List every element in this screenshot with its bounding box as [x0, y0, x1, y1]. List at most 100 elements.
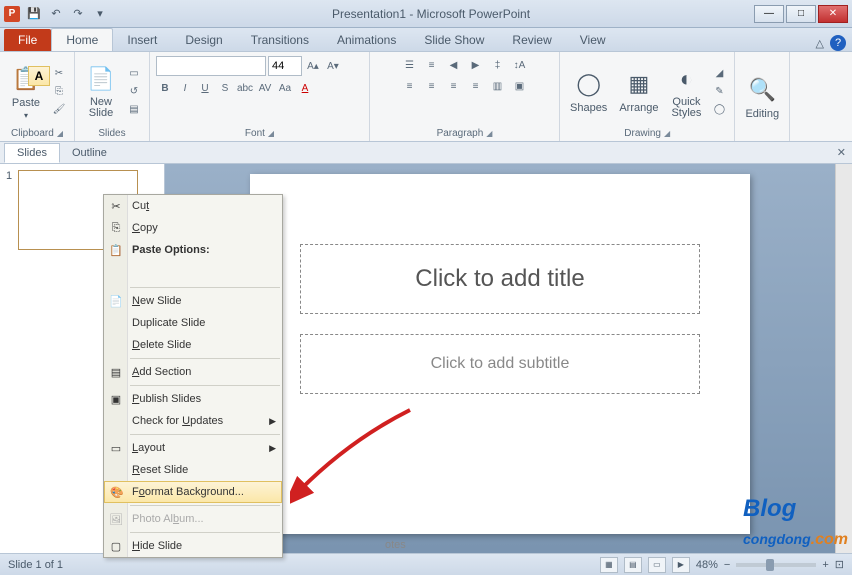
shape-outline-icon[interactable]: ✎ — [710, 83, 728, 99]
new-slide-icon: 📄 — [108, 293, 124, 309]
ctx-layout[interactable]: ▭Layout▶ — [104, 437, 282, 459]
subtitle-placeholder[interactable]: Click to add subtitle — [300, 334, 700, 394]
columns-icon[interactable]: ▥ — [488, 77, 508, 95]
decrease-indent-icon[interactable]: ◀ — [444, 56, 464, 74]
numbering-icon[interactable]: ≡ — [422, 56, 442, 74]
tab-review[interactable]: Review — [498, 29, 565, 51]
tab-transitions[interactable]: Transitions — [237, 29, 323, 51]
font-size-select[interactable] — [268, 56, 302, 76]
ctx-copy[interactable]: ⎘Copy — [104, 217, 282, 239]
ctx-cut[interactable]: ✂Cut — [104, 195, 282, 217]
clipboard-group-label: Clipboard — [11, 128, 54, 139]
qat-dropdown-icon[interactable]: ▾ — [90, 4, 110, 24]
title-placeholder[interactable]: Click to add title — [300, 244, 700, 314]
editing-button[interactable]: 🔍 Editing — [741, 72, 783, 122]
zoom-slider[interactable] — [736, 563, 816, 567]
reset-icon[interactable]: ↺ — [125, 83, 143, 99]
dialog-launcher-icon[interactable]: ◢ — [57, 129, 63, 138]
new-slide-icon: 📄 — [85, 63, 117, 95]
bold-icon[interactable]: B — [156, 80, 174, 96]
pane-close-icon[interactable]: ✕ — [837, 146, 846, 159]
italic-icon[interactable]: I — [176, 80, 194, 96]
ctx-add-section[interactable]: ▤Add Section — [104, 361, 282, 383]
cut-icon[interactable]: ✂ — [50, 65, 68, 81]
ctx-reset-slide[interactable]: Reset Slide — [104, 459, 282, 481]
increase-indent-icon[interactable]: ▶ — [466, 56, 486, 74]
powerpoint-icon: P — [4, 6, 20, 22]
reading-view-icon[interactable]: ▭ — [648, 557, 666, 573]
ribbon-minimize-icon[interactable]: △ — [816, 37, 824, 50]
smartart-icon[interactable]: ▣ — [510, 77, 530, 95]
dialog-launcher-icon[interactable]: ◢ — [486, 129, 492, 138]
justify-icon[interactable]: ≡ — [466, 77, 486, 95]
layout-icon[interactable]: ▭ — [125, 65, 143, 81]
pane-tab-outline[interactable]: Outline — [60, 144, 119, 162]
line-spacing-icon[interactable]: ‡ — [488, 56, 508, 74]
case-icon[interactable]: Aa — [276, 80, 294, 96]
normal-view-icon[interactable]: ▦ — [600, 557, 618, 573]
slide-canvas[interactable]: Click to add title Click to add subtitle — [250, 174, 750, 534]
zoom-out-icon[interactable]: − — [724, 559, 730, 571]
undo-icon[interactable]: ↶ — [46, 4, 66, 24]
section-icon[interactable]: ▤ — [125, 101, 143, 117]
slides-group-label: Slides — [81, 126, 143, 139]
new-slide-label: New Slide — [89, 97, 113, 119]
font-family-select[interactable] — [156, 56, 266, 76]
font-color-icon[interactable]: A — [296, 80, 314, 96]
slideshow-view-icon[interactable]: ▶ — [672, 557, 690, 573]
ctx-duplicate-slide[interactable]: Duplicate Slide — [104, 312, 282, 334]
ctx-check-updates[interactable]: Check for Updates▶ — [104, 410, 282, 432]
save-icon[interactable]: 💾 — [24, 4, 44, 24]
minimize-button[interactable]: — — [754, 5, 784, 23]
strike-icon[interactable]: S — [216, 80, 234, 96]
underline-icon[interactable]: U — [196, 80, 214, 96]
increase-font-icon[interactable]: A▴ — [304, 58, 322, 74]
fit-window-icon[interactable]: ⊡ — [835, 558, 844, 571]
ctx-new-slide[interactable]: 📄New Slide — [104, 290, 282, 312]
align-right-icon[interactable]: ≡ — [444, 77, 464, 95]
help-icon[interactable]: ? — [830, 35, 846, 51]
shape-fill-icon[interactable]: ◢ — [710, 65, 728, 81]
ctx-publish-slides[interactable]: ▣Publish Slides — [104, 388, 282, 410]
dialog-launcher-icon[interactable]: ◢ — [664, 129, 670, 138]
ctx-format-background[interactable]: 🎨Foormat Background... — [104, 481, 282, 503]
decrease-font-icon[interactable]: A▾ — [324, 58, 342, 74]
new-slide-button[interactable]: 📄 New Slide — [81, 61, 121, 121]
text-direction-icon[interactable]: ↕A — [510, 56, 530, 74]
copy-icon[interactable]: ⎘ — [50, 83, 68, 99]
ctx-hide-slide[interactable]: ▢Hide Slide — [104, 535, 282, 557]
arrange-button[interactable]: ▦Arrange — [615, 66, 662, 116]
pane-tab-slides[interactable]: Slides — [4, 143, 60, 163]
align-center-icon[interactable]: ≡ — [422, 77, 442, 95]
tab-view[interactable]: View — [566, 29, 620, 51]
format-bg-icon: 🎨 — [109, 484, 125, 500]
shape-effects-icon[interactable]: ◯ — [710, 101, 728, 117]
bullets-icon[interactable]: ☰ — [400, 56, 420, 74]
ribbon: 📋 Paste ▾ ✂ ⎘ 🖌 Clipboard◢ 📄 New Slide ▭… — [0, 52, 852, 142]
shapes-label: Shapes — [570, 102, 607, 114]
scissors-icon: ✂ — [108, 198, 124, 214]
tab-home[interactable]: Home — [51, 28, 113, 51]
paste-option-keep-formatting[interactable]: A — [28, 66, 50, 86]
tab-insert[interactable]: Insert — [113, 29, 171, 51]
quick-styles-button[interactable]: ◐Quick Styles — [666, 61, 706, 121]
format-painter-icon[interactable]: 🖌 — [50, 101, 68, 117]
ctx-delete-slide[interactable]: Delete Slide — [104, 334, 282, 356]
sorter-view-icon[interactable]: ▤ — [624, 557, 642, 573]
close-button[interactable]: ✕ — [818, 5, 848, 23]
tab-design[interactable]: Design — [171, 29, 236, 51]
notes-pane[interactable]: otes — [385, 539, 406, 551]
maximize-button[interactable]: □ — [786, 5, 816, 23]
spacing-icon[interactable]: AV — [256, 80, 274, 96]
editing-label: Editing — [745, 108, 779, 120]
redo-icon[interactable]: ↷ — [68, 4, 88, 24]
shadow-icon[interactable]: abc — [236, 80, 254, 96]
dialog-launcher-icon[interactable]: ◢ — [268, 129, 274, 138]
tab-file[interactable]: File — [4, 29, 51, 51]
find-icon: 🔍 — [746, 74, 778, 106]
shapes-button[interactable]: ◯Shapes — [566, 66, 611, 116]
zoom-in-icon[interactable]: + — [822, 559, 828, 571]
tab-slideshow[interactable]: Slide Show — [410, 29, 498, 51]
align-left-icon[interactable]: ≡ — [400, 77, 420, 95]
tab-animations[interactable]: Animations — [323, 29, 410, 51]
